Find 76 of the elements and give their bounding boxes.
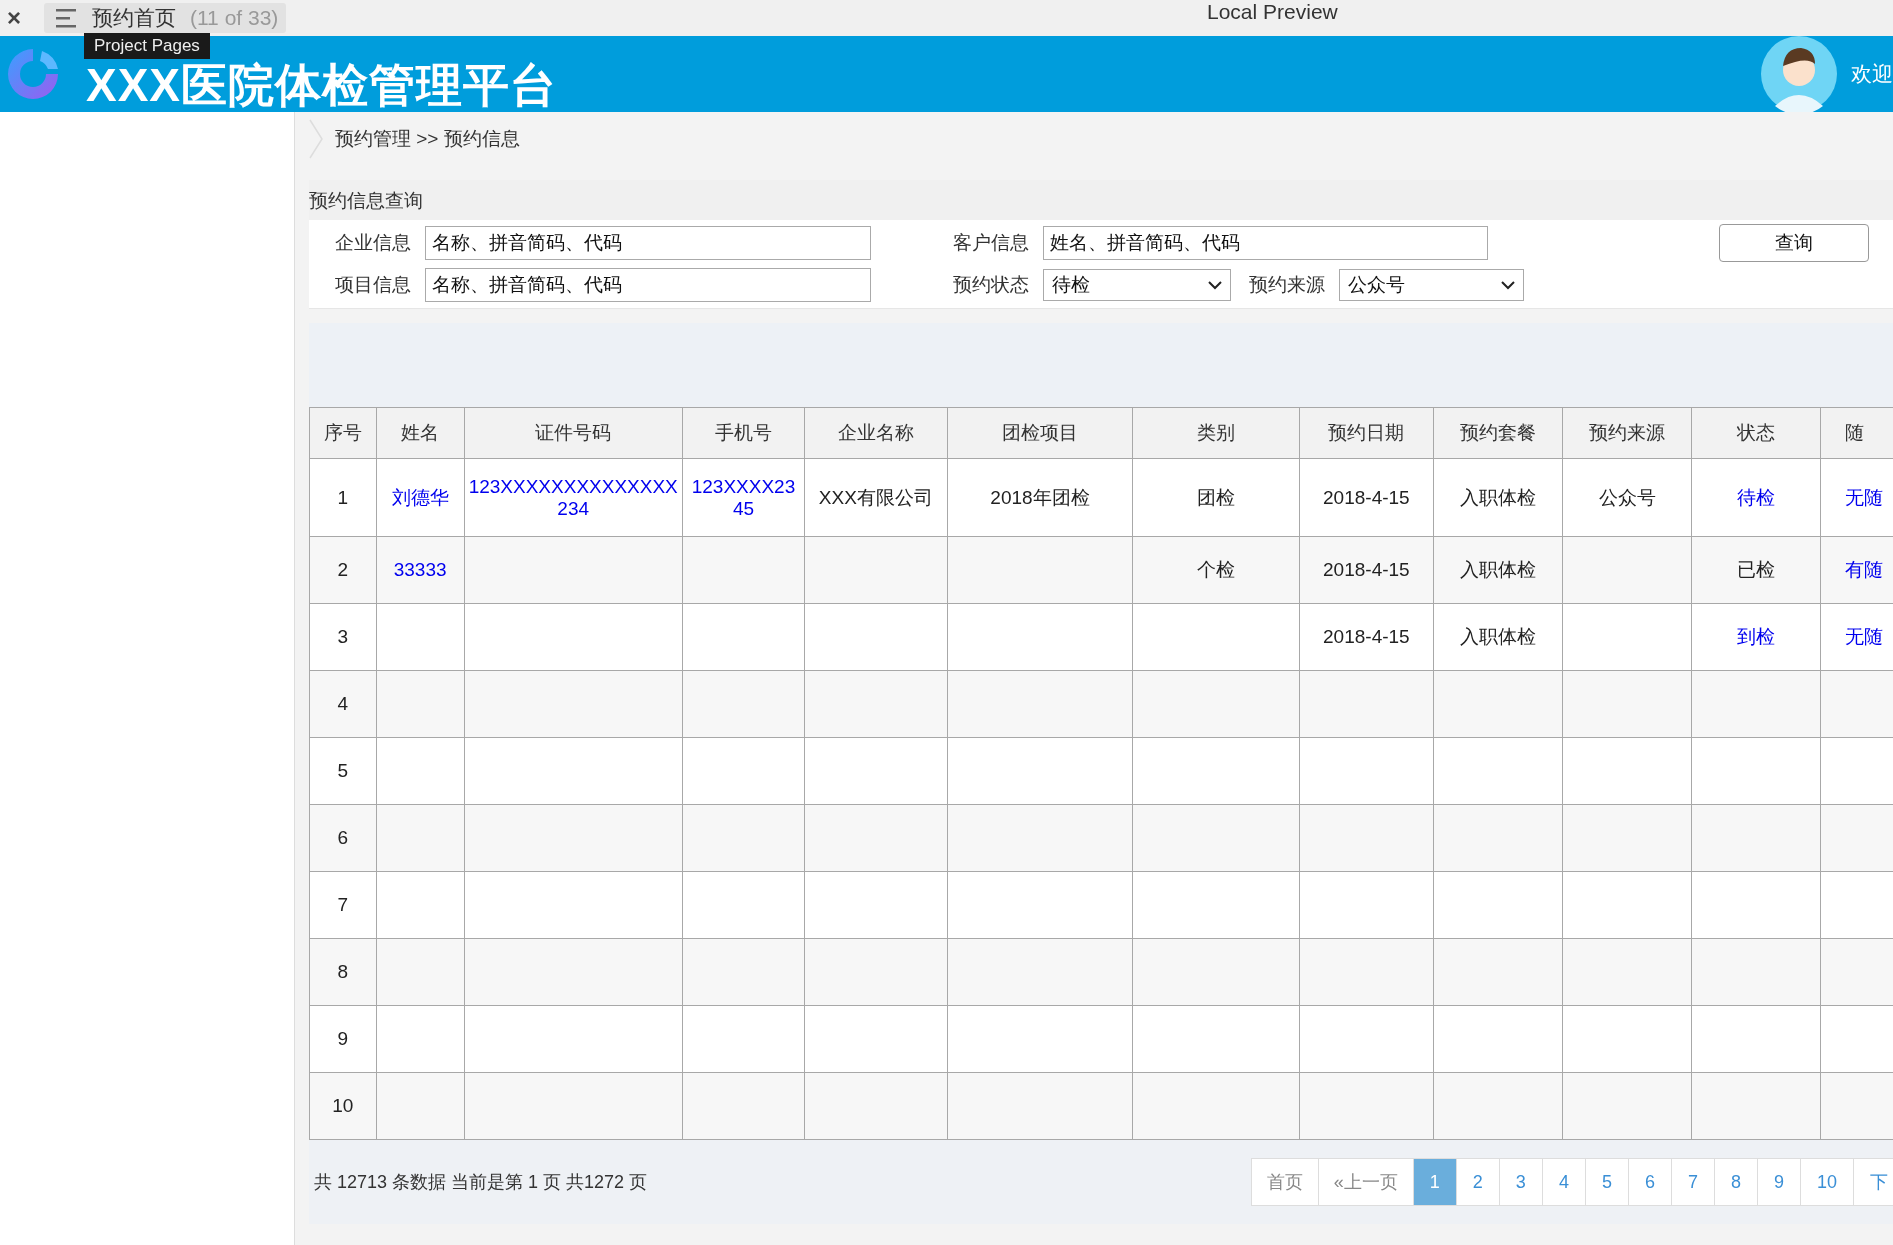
caret-icon [1501,280,1515,290]
select-value: 待检 [1052,273,1090,297]
page-link[interactable]: 6 [1627,1159,1671,1205]
column-header[interactable]: 预约套餐 [1433,407,1563,459]
column-header[interactable]: 预约来源 [1562,407,1692,459]
menu-icon[interactable] [54,7,78,29]
column-header[interactable]: 类别 [1132,407,1300,459]
table-cell: 10 [332,1095,354,1116]
table-cell: 2018年团检 [990,486,1090,508]
field-label: 企业信息 [334,231,412,255]
table-link[interactable]: 33333 [393,559,447,580]
table-cell: 8 [337,961,349,982]
page-count: (11 of 33) [190,6,279,30]
page-link[interactable]: 2 [1455,1159,1499,1205]
table-cell: 5 [337,760,349,781]
select-field[interactable]: 公众号 [1339,269,1524,301]
caret-icon [1208,280,1222,290]
table-cell: 2 [337,559,349,580]
column-header[interactable]: 手机号 [682,407,805,459]
search-button[interactable]: 查询 [1719,224,1869,262]
field-label: 预约来源 [1248,273,1326,297]
table-link[interactable]: 无随 [1844,486,1883,508]
table-link[interactable]: 到检 [1736,626,1775,647]
table-link[interactable]: 无随 [1844,626,1883,647]
table-link[interactable]: 刘德华 [391,486,449,508]
table-cell: 4 [337,693,349,714]
tooltip: Project Pages [84,33,210,59]
input-field[interactable]: 名称、拼音简码、代码 [425,226,871,260]
page-title: 预约首页 [92,5,176,31]
table-link[interactable]: 有随 [1844,559,1883,580]
column-header[interactable]: 序号 [309,407,377,459]
select-value: 公众号 [1348,273,1405,297]
page-link[interactable]: 3 [1498,1159,1542,1205]
column-header[interactable]: 随 [1820,407,1893,459]
close-button[interactable]: × [0,4,28,32]
input-field[interactable]: 姓名、拼音简码、代码 [1043,226,1488,260]
table-cell: 2018-4-15 [1323,626,1410,647]
pagination-summary: 共 12713 条数据 当前是第 1 页 共1272 页 [313,1171,649,1194]
table-cell: 1 [337,486,349,508]
avatar-icon[interactable] [1761,36,1837,112]
window-title: Local Preview [1207,0,1338,24]
table-cell: 6 [337,827,349,848]
table-cell: 个检 [1197,559,1236,580]
table-cell: 入职体检 [1459,486,1536,508]
column-header[interactable]: 预约日期 [1299,407,1434,459]
table-cell: 2018-4-15 [1323,486,1410,508]
column-header[interactable]: 姓名 [376,407,465,459]
page-link[interactable]: 5 [1584,1159,1628,1205]
breadcrumb: 预约管理 >> 预约信息 [335,127,520,151]
column-header[interactable]: 证件号码 [464,407,683,459]
table-cell: 已检 [1736,559,1775,580]
table-cell: 3 [337,626,349,647]
field-label: 预约状态 [952,273,1030,297]
previous-page-link[interactable]: «上一页 [1317,1159,1413,1205]
field-label: 项目信息 [334,273,412,297]
column-header[interactable]: 团检项目 [947,407,1133,459]
input-field[interactable]: 名称、拼音简码、代码 [425,268,871,302]
page-link[interactable]: 8 [1713,1159,1757,1205]
table-cell: 7 [337,894,349,915]
column-header[interactable]: 企业名称 [804,407,948,459]
table-cell: 公众号 [1598,486,1656,508]
select-field[interactable]: 待检 [1043,269,1231,301]
table-cell: 2018-4-15 [1323,559,1410,580]
table-cell: 入职体检 [1459,559,1536,580]
first-page-link[interactable]: 首页 [1251,1159,1318,1205]
welcome-text: 欢迎 [1851,61,1893,87]
column-header[interactable]: 状态 [1691,407,1820,459]
app-title: XXX医院体检管理平台 [86,60,558,112]
panel-title: 预约信息查询 [309,180,1893,220]
table-cell: XXX有限公司 [818,486,933,508]
table-cell: 团检 [1197,486,1236,508]
page-link[interactable]: 9 [1756,1159,1800,1205]
table-cell: 入职体检 [1459,626,1536,647]
table-link[interactable]: 待检 [1736,486,1775,508]
field-label: 客户信息 [952,231,1030,255]
table-cell: 9 [337,1028,349,1049]
